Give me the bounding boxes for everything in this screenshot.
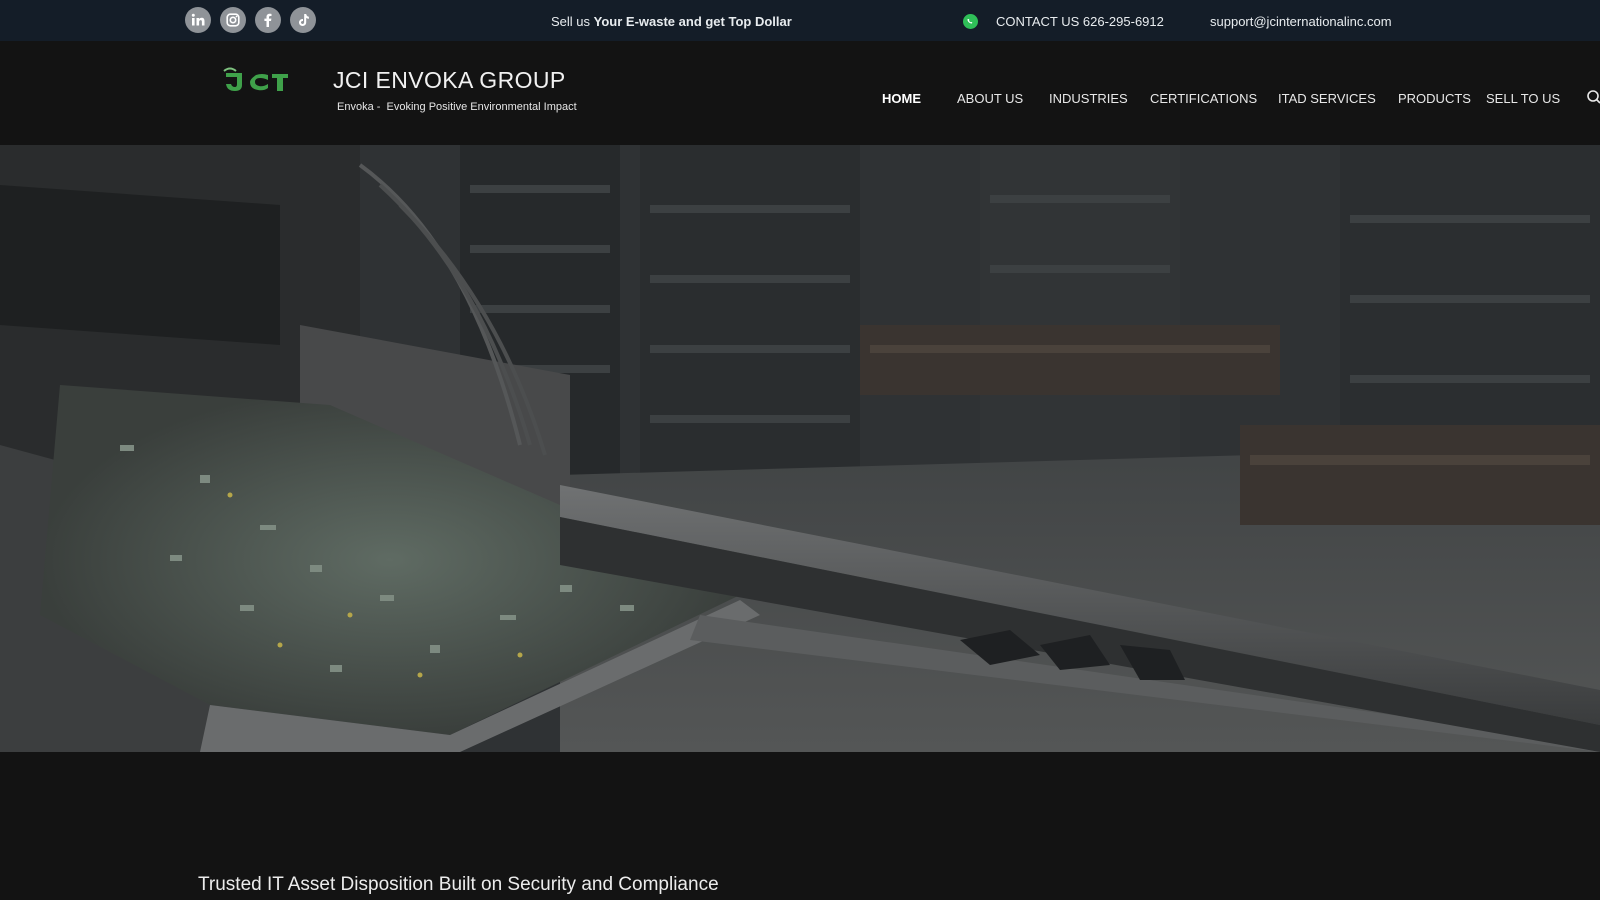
search-icon[interactable] (1586, 89, 1600, 105)
whatsapp-icon[interactable] (963, 14, 978, 29)
promo-prefix: Sell us (551, 14, 594, 29)
instagram-icon[interactable] (220, 7, 246, 33)
section-heading: Trusted IT Asset Disposition Built on Se… (198, 874, 719, 895)
nav-home[interactable]: HOME (882, 91, 921, 106)
support-email-link[interactable]: support@jcinternationalinc.com (1210, 14, 1392, 29)
site-header: JCI ENVOKA GROUP Envoka - Evoking Positi… (0, 41, 1600, 145)
tiktok-icon[interactable] (290, 7, 316, 33)
promo-highlight: Your E-waste and get Top Dollar (593, 14, 792, 29)
hero-image-ewaste-shredder (0, 145, 1600, 752)
nav-products[interactable]: PRODUCTS (1398, 91, 1471, 106)
contact-label[interactable]: CONTACT US 626-295-6912 (996, 14, 1164, 29)
nav-industries[interactable]: INDUSTRIES (1049, 91, 1128, 106)
nav-sell-to-us[interactable]: SELL TO US (1486, 91, 1560, 106)
jci-logo[interactable] (222, 67, 294, 95)
nav-about-us[interactable]: ABOUT US (957, 91, 1023, 106)
social-links (185, 7, 316, 33)
contact-us-link[interactable]: CONTACT US 626-295-6912 (963, 14, 1164, 29)
linkedin-icon[interactable] (185, 7, 211, 33)
facebook-icon[interactable] (255, 7, 281, 33)
brand-title[interactable]: JCI ENVOKA GROUP (333, 67, 566, 94)
nav-certifications[interactable]: CERTIFICATIONS (1150, 91, 1257, 106)
brand-tagline: Envoka - Evoking Positive Environmental … (337, 101, 577, 113)
nav-itad-services[interactable]: ITAD SERVICES (1278, 91, 1376, 106)
top-bar: Sell us Your E-waste and get Top Dollar … (0, 0, 1600, 41)
promo-text: Sell us Your E-waste and get Top Dollar (551, 14, 792, 29)
